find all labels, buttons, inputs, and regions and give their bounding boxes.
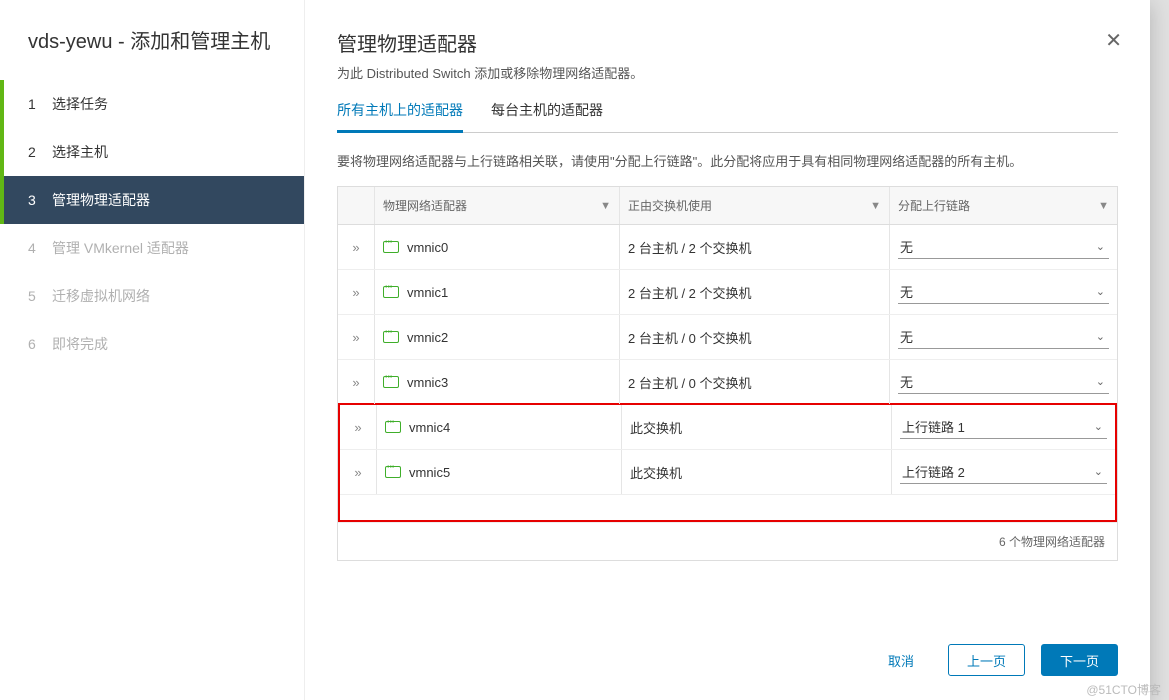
step-label: 即将完成 xyxy=(52,334,108,354)
uplink-select[interactable]: 无⌄ xyxy=(898,370,1109,394)
uplink-value: 无 xyxy=(900,327,913,346)
uplink-select[interactable]: 无⌄ xyxy=(898,280,1109,304)
uplink-value: 无 xyxy=(900,237,913,256)
uplink-value: 无 xyxy=(900,282,913,301)
step-5: 5迁移虚拟机网络 xyxy=(0,272,304,320)
expand-icon[interactable]: » xyxy=(354,466,361,479)
adapter-name: vmnic5 xyxy=(409,465,450,480)
used-by: 2 台主机 / 2 个交换机 xyxy=(628,283,752,302)
filter-icon[interactable]: ▼ xyxy=(1098,200,1109,212)
uplink-value: 上行链路 1 xyxy=(902,417,965,436)
uplink-value: 无 xyxy=(900,372,913,391)
step-label: 管理 VMkernel 适配器 xyxy=(52,238,189,258)
description: 要将物理网络适配器与上行链路相关联，请使用"分配上行链路"。此分配将应用于具有相… xyxy=(337,151,1118,170)
table-row[interactable]: »vmnic02 台主机 / 2 个交换机无⌄ xyxy=(338,225,1117,269)
nic-icon xyxy=(383,331,399,343)
chevron-down-icon: ⌄ xyxy=(1096,285,1105,298)
adapter-table: 物理网络适配器 ▼ 正由交换机使用 ▼ 分配上行链路 ▼ » vmnic0 2 台主… xyxy=(337,186,1118,561)
tab[interactable]: 所有主机上的适配器 xyxy=(337,100,463,133)
step-label: 选择主机 xyxy=(52,142,108,162)
chevron-down-icon: ⌄ xyxy=(1096,375,1105,388)
used-by: 2 台主机 / 2 个交换机 xyxy=(628,238,752,257)
wizard-sidebar: vds-yewu - 添加和管理主机 1选择任务2选择主机3管理物理适配器4管理… xyxy=(0,0,305,700)
table-header: 物理网络适配器 ▼ 正由交换机使用 ▼ 分配上行链路 ▼ xyxy=(338,187,1117,225)
expand-icon[interactable]: » xyxy=(352,376,359,389)
back-button[interactable]: 上一页 xyxy=(948,644,1025,676)
col-uplink[interactable]: 分配上行链路 ▼ xyxy=(889,187,1117,224)
uplink-select[interactable]: 无⌄ xyxy=(898,235,1109,259)
used-by: 2 台主机 / 0 个交换机 xyxy=(628,373,752,392)
tab-bar: 所有主机上的适配器每台主机的适配器 xyxy=(337,100,1118,133)
nic-icon xyxy=(385,421,401,433)
col-adapter[interactable]: 物理网络适配器 ▼ xyxy=(374,187,619,224)
nic-icon xyxy=(385,466,401,478)
wizard-modal: vds-yewu - 添加和管理主机 1选择任务2选择主机3管理物理适配器4管理… xyxy=(0,0,1150,700)
nic-icon xyxy=(383,241,399,253)
sidebar-title: vds-yewu - 添加和管理主机 xyxy=(0,28,304,80)
adapter-name: vmnic2 xyxy=(407,330,448,345)
step-1[interactable]: 1选择任务 xyxy=(0,80,304,128)
step-6: 6即将完成 xyxy=(0,320,304,368)
uplink-value: 上行链路 2 xyxy=(902,462,965,481)
step-list: 1选择任务2选择主机3管理物理适配器4管理 VMkernel 适配器5迁移虚拟机… xyxy=(0,80,304,368)
col-usedby[interactable]: 正由交换机使用 ▼ xyxy=(619,187,889,224)
nic-icon xyxy=(383,286,399,298)
step-label: 选择任务 xyxy=(52,94,108,114)
step-label: 管理物理适配器 xyxy=(52,190,150,210)
step-3[interactable]: 3管理物理适配器 xyxy=(0,176,304,224)
nic-icon xyxy=(383,376,399,388)
used-by: 此交换机 xyxy=(630,418,682,437)
used-by: 2 台主机 / 0 个交换机 xyxy=(628,328,752,347)
next-button[interactable]: 下一页 xyxy=(1041,644,1118,676)
uplink-select[interactable]: 无⌄ xyxy=(898,325,1109,349)
table-row[interactable]: »vmnic22 台主机 / 0 个交换机无⌄ xyxy=(338,314,1117,359)
uplink-select[interactable]: 上行链路 2 ⌄ xyxy=(900,460,1107,484)
step-2[interactable]: 2选择主机 xyxy=(0,128,304,176)
table-row[interactable]: » vmnic4 此交换机 上行链路 1 ⌄ xyxy=(340,405,1115,449)
close-icon[interactable]: ✕ xyxy=(1105,28,1122,53)
cancel-button[interactable]: 取消 xyxy=(870,644,932,676)
expand-icon[interactable]: » xyxy=(354,421,361,434)
uplink-select[interactable]: 上行链路 1 ⌄ xyxy=(900,415,1107,439)
page-subtitle: 为此 Distributed Switch 添加或移除物理网络适配器。 xyxy=(337,63,1118,82)
filter-icon[interactable]: ▼ xyxy=(870,200,881,212)
table-footer: 6 个物理网络适配器 xyxy=(338,522,1117,560)
spacer-row xyxy=(340,494,1115,520)
adapter-name: vmnic0 xyxy=(407,240,448,255)
table-row[interactable]: » vmnic5 此交换机 上行链路 2 ⌄ xyxy=(340,449,1115,494)
chevron-down-icon: ⌄ xyxy=(1094,465,1103,478)
step-4: 4管理 VMkernel 适配器 xyxy=(0,224,304,272)
wizard-actions: 取消 上一页 下一页 xyxy=(337,624,1118,700)
used-by: 此交换机 xyxy=(630,463,682,482)
adapter-name: vmnic4 xyxy=(409,420,450,435)
highlighted-rows: »vmnic4此交换机上行链路 1⌄»vmnic5此交换机上行链路 2⌄ xyxy=(338,403,1117,522)
table-row[interactable]: »vmnic32 台主机 / 0 个交换机无⌄ xyxy=(338,359,1117,404)
filter-icon[interactable]: ▼ xyxy=(600,200,611,212)
chevron-down-icon: ⌄ xyxy=(1096,240,1105,253)
watermark: @51CTO博客 xyxy=(1086,681,1161,698)
chevron-down-icon: ⌄ xyxy=(1094,420,1103,433)
expand-icon[interactable]: » xyxy=(352,286,359,299)
page-title: 管理物理适配器 xyxy=(337,28,1118,57)
adapter-name: vmnic1 xyxy=(407,285,448,300)
expand-icon[interactable]: » xyxy=(352,241,359,254)
wizard-main: ✕ 管理物理适配器 为此 Distributed Switch 添加或移除物理网… xyxy=(305,0,1150,700)
expand-icon[interactable]: » xyxy=(352,331,359,344)
adapter-name: vmnic3 xyxy=(407,375,448,390)
table-row[interactable]: »vmnic12 台主机 / 2 个交换机无⌄ xyxy=(338,269,1117,314)
table-body: »vmnic02 台主机 / 2 个交换机无⌄»vmnic12 台主机 / 2 … xyxy=(338,225,1117,522)
chevron-down-icon: ⌄ xyxy=(1096,330,1105,343)
tab[interactable]: 每台主机的适配器 xyxy=(491,100,603,133)
step-label: 迁移虚拟机网络 xyxy=(52,286,150,306)
